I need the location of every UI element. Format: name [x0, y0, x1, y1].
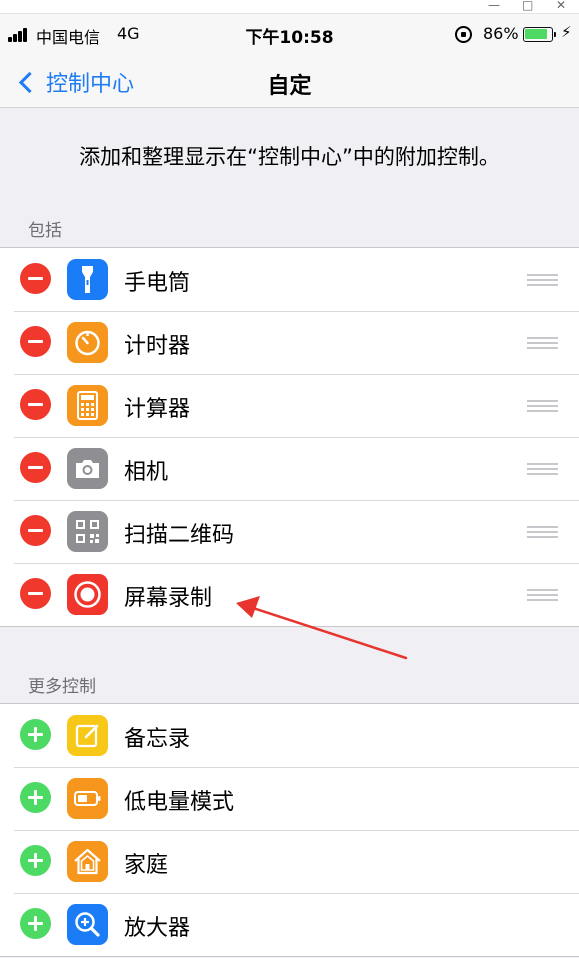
add-button[interactable]	[20, 782, 51, 813]
remove-button[interactable]	[20, 452, 51, 483]
control-label: 屏幕录制	[124, 586, 213, 611]
reorder-handle-icon[interactable]	[527, 274, 558, 286]
reorder-handle-icon[interactable]	[527, 337, 558, 349]
add-button[interactable]	[20, 719, 51, 750]
window-titlebar: — □ ✕	[0, 0, 579, 14]
add-button[interactable]	[20, 908, 51, 939]
reorder-handle-icon[interactable]	[527, 589, 558, 601]
included-controls-list: 手电筒 计时器 计算器 相机 扫描二维码 屏幕录制	[0, 247, 579, 627]
list-item[interactable]: 计时器	[0, 311, 579, 374]
list-item[interactable]: 放大器	[0, 893, 579, 956]
control-label: 相机	[124, 460, 169, 485]
list-item[interactable]: 扫描二维码	[0, 500, 579, 563]
minimize-button[interactable]: —	[488, 0, 500, 13]
home-icon	[67, 841, 108, 882]
page-description: 添加和整理显示在“控制中心”中的附加控制。	[79, 145, 500, 169]
list-item[interactable]: 备忘录	[0, 704, 579, 767]
control-label: 低电量模式	[124, 790, 235, 815]
battery-icon	[523, 27, 556, 42]
remove-button[interactable]	[20, 515, 51, 546]
rotation-lock-icon	[455, 26, 472, 43]
more-controls-list: 备忘录 低电量模式 家庭 放大器	[0, 703, 579, 957]
reorder-handle-icon[interactable]	[527, 463, 558, 475]
section-header-included: 包括	[28, 221, 62, 241]
remove-button[interactable]	[20, 326, 51, 357]
notes-icon	[67, 715, 108, 756]
control-label: 放大器	[124, 916, 191, 941]
remove-button[interactable]	[20, 578, 51, 609]
remove-button[interactable]	[20, 263, 51, 294]
timer-icon	[67, 322, 108, 363]
remove-button[interactable]	[20, 389, 51, 420]
control-label: 备忘录	[124, 727, 191, 752]
page-title: 自定	[267, 74, 312, 99]
low-power-icon	[67, 778, 108, 819]
list-item[interactable]: 低电量模式	[0, 767, 579, 830]
battery-percent: 86%	[483, 24, 519, 43]
reorder-handle-icon[interactable]	[527, 400, 558, 412]
list-item[interactable]: 家庭	[0, 830, 579, 893]
maximize-button[interactable]: □	[522, 0, 533, 13]
add-button[interactable]	[20, 845, 51, 876]
charging-icon: ⚡	[561, 23, 572, 41]
flashlight-icon	[67, 259, 108, 300]
list-item[interactable]: 相机	[0, 437, 579, 500]
calculator-icon	[67, 385, 108, 426]
control-label: 手电筒	[124, 271, 191, 296]
control-label: 计算器	[124, 397, 191, 422]
camera-icon	[67, 448, 108, 489]
section-header-more: 更多控制	[28, 677, 96, 697]
list-item[interactable]: 手电筒	[0, 248, 579, 311]
control-label: 扫描二维码	[124, 523, 235, 548]
list-item[interactable]: 计算器	[0, 374, 579, 437]
magnifier-icon	[67, 904, 108, 945]
control-label: 计时器	[124, 334, 191, 359]
qr-code-icon	[67, 511, 108, 552]
screen-recording-icon	[67, 574, 108, 615]
close-button[interactable]: ✕	[556, 0, 566, 13]
status-bar: 中国电信 4G 下午10:58 86% ⚡	[0, 14, 579, 56]
list-item[interactable]: 屏幕录制	[0, 563, 579, 626]
control-label: 家庭	[124, 853, 169, 878]
reorder-handle-icon[interactable]	[527, 526, 558, 538]
navigation-bar: 控制中心 自定	[0, 56, 579, 108]
